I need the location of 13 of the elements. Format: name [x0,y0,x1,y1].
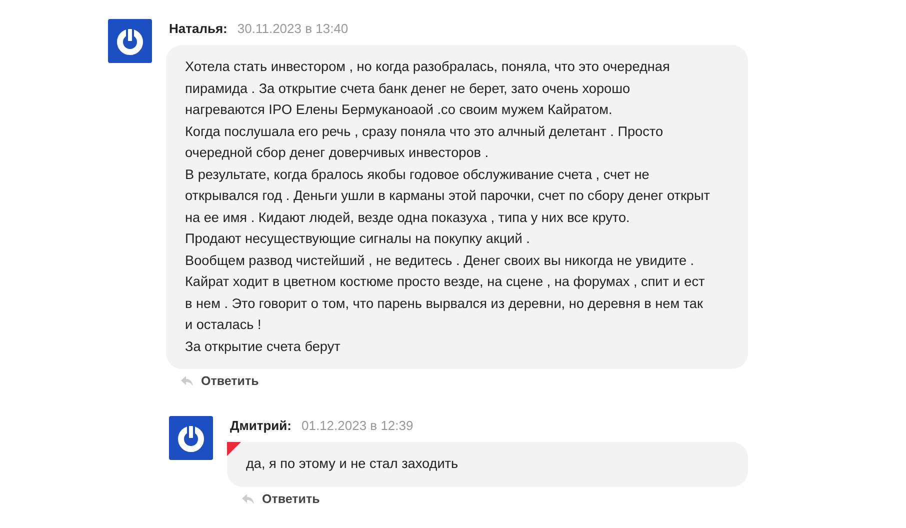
comment-text: да, я по этому и не стал заходить [246,455,460,473]
comment-date: 01.12.2023 в 12:39 [302,418,414,433]
avatar-icon [108,19,152,63]
reply-button[interactable]: Ответить [241,492,320,506]
reply-button[interactable]: Ответить [180,374,259,388]
author-name: Дмитрий: [230,418,292,433]
comment-text: Хотела стать инвестором , но когда разобралась, поняла, что это очередная пирамида . За открытие счета банк денег не берет, зато очень хорошо нагреваются IPO Елены Бермуканоаой .со своим мужем Кайратом. Когда послушала его речь , сразу поняла что это алчный делетант . Просто очередной сбор денег доверчивых инвесторов . В результате, когда бралось якобы годовое обслуживание счета , счет не открывался год . Деньги ушли в карманы этой парочки, счет по сбору денег открыт на ее имя . Кидают людей, везде одна показуха , типа у них все круто. Продают несуществующие сигналы на покупку акций . Вообщем развод чистейший , не ведитесь . Денег своих вы никогда не увидите . Кайрат ходит в цветном костюме просто везде, на сцене , на форумах , спит и ест в нем . Это говорит о том, что парень вырвался из деревни, но деревня в нем так и осталась ! За открытие счета берут [185,58,711,356]
reply-icon [241,492,255,504]
reply-icon [180,375,194,387]
comment-date: 30.11.2023 в 13:40 [237,21,348,36]
new-marker-icon [227,442,241,456]
avatar-icon [169,416,213,460]
author-name: Наталья: [169,21,228,36]
